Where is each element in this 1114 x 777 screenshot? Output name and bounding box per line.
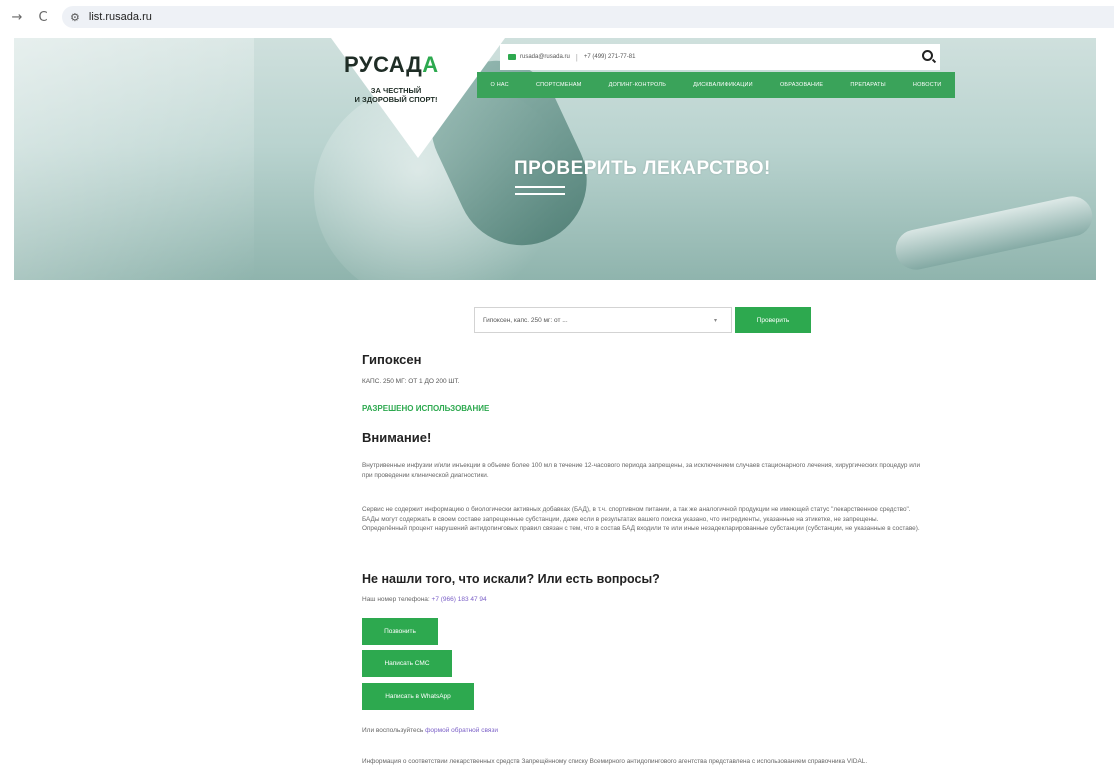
logo-mark: А [422, 52, 439, 77]
contact-title: Не нашли того, что искали? Или есть вопр… [362, 572, 660, 586]
phone-link[interactable]: +7 (499) 271-77-81 [584, 54, 636, 60]
reload-icon[interactable]: C [34, 8, 52, 26]
nav-item-disqualifications[interactable]: ДИСКВАЛИФИКАЦИИ [693, 82, 753, 88]
sms-button[interactable]: Написать СМС [362, 650, 452, 677]
status-badge: РАЗРЕШЕНО ИСПОЛЬЗОВАНИЕ [362, 404, 490, 413]
whatsapp-button[interactable]: Написать в WhatsApp [362, 683, 474, 710]
warning-paragraph: Внутривенные инфузии и/или инъекции в об… [362, 462, 921, 479]
search-icon[interactable] [922, 50, 933, 61]
nav-item-drugs[interactable]: ПРЕПАРАТЫ [850, 82, 885, 88]
feedback-form-link[interactable]: формой обратной связи [425, 727, 498, 734]
title-underline [515, 186, 565, 188]
mail-icon [508, 54, 516, 60]
page-title: ПРОВЕРИТЬ ЛЕКАРСТВО! [514, 158, 771, 179]
drug-select-value: Гипоксен, капс. 250 мг: от ... [483, 316, 568, 324]
feedback-line: Или воспользуйтесь формой обратной связи [362, 727, 498, 734]
site-settings-icon[interactable]: ⚙ [70, 11, 80, 24]
check-button[interactable]: Проверить [735, 307, 811, 333]
nav-item-about[interactable]: О НАС [491, 82, 509, 88]
nav-item-news[interactable]: НОВОСТИ [913, 82, 942, 88]
info-paragraph: Информация о соответствии лекарственных … [362, 758, 868, 765]
chevron-down-icon: ▾ [713, 318, 717, 324]
phone-line: Наш номер телефона: +7 (966) 183 47 94 [362, 596, 487, 603]
url-text: list.rusada.ru [88, 11, 152, 23]
disclaimer-paragraph: Сервис не содержит информацию о биологич… [362, 506, 920, 532]
title-underline [515, 193, 565, 195]
phone-link[interactable]: +7 (966) 183 47 94 [432, 596, 487, 603]
main-navigation: О НАС СПОРТСМЕНАМ ДОПИНГ-КОНТРОЛЬ ДИСКВА… [477, 72, 955, 98]
drug-select[interactable]: Гипоксен, капс. 250 мг: от ... ▾ [474, 307, 732, 333]
top-contacts: rusada@rusada.ru | +7 (499) 271-77-81 [500, 44, 920, 70]
nav-item-doping-control[interactable]: ДОПИНГ-КОНТРОЛЬ [609, 82, 666, 88]
hero-banner: РУСАДА ЗА ЧЕСТНЫЙ И ЗДОРОВЫЙ СПОРТ! rusad… [14, 38, 1096, 280]
address-bar[interactable]: ⚙ list.rusada.ru [62, 6, 1114, 28]
forward-icon[interactable]: → [8, 8, 26, 26]
email-link[interactable]: rusada@rusada.ru [520, 54, 570, 60]
nav-item-education[interactable]: ОБРАЗОВАНИЕ [780, 82, 823, 88]
logo[interactable]: РУСАДА [344, 52, 439, 78]
nav-item-athletes[interactable]: СПОРТСМЕНАМ [536, 82, 582, 88]
call-button[interactable]: Позвонить [362, 618, 438, 645]
warning-title: Внимание! [362, 430, 432, 445]
logo-tagline: ЗА ЧЕСТНЫЙ И ЗДОРОВЫЙ СПОРТ! [354, 86, 438, 104]
drug-dose: КАПС. 250 МГ: ОТ 1 ДО 200 ШТ. [362, 378, 460, 385]
vial-image [892, 192, 1096, 274]
drug-name: Гипоксен [362, 352, 422, 367]
